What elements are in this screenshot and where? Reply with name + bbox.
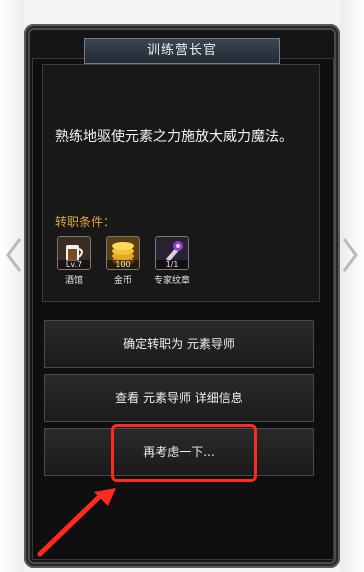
requirement-tavern[interactable]: Lv.7 酒馆 bbox=[55, 236, 93, 286]
gold-coins-icon: 100 bbox=[106, 236, 140, 270]
requirement-name: 酒馆 bbox=[64, 276, 83, 286]
requirement-name: 金币 bbox=[113, 276, 132, 286]
dialog-title: 训练营长官 bbox=[84, 38, 280, 64]
requirement-name: 专家纹章 bbox=[153, 276, 190, 286]
expert-badge-icon: 1/1 bbox=[155, 236, 189, 270]
right-edge-background bbox=[340, 0, 364, 572]
requirement-value: 1/1 bbox=[156, 260, 188, 269]
view-class-details-button[interactable]: 查看 元素导师 详细信息 bbox=[44, 374, 314, 422]
requirement-value: Lv.7 bbox=[58, 260, 90, 269]
red-pointer-arrow-icon bbox=[37, 488, 116, 557]
requirement-value: 100 bbox=[107, 260, 139, 269]
conditions-label: 转职条件： bbox=[55, 215, 116, 229]
class-description: 熟练地驱使元素之力施放大威力魔法。 bbox=[55, 129, 293, 145]
requirement-expert-badge[interactable]: 1/1 专家纹章 bbox=[153, 236, 191, 286]
highlight-annotation-box bbox=[111, 424, 257, 482]
tavern-icon: Lv.7 bbox=[57, 236, 91, 270]
left-edge-background bbox=[0, 0, 24, 572]
confirm-class-change-button[interactable]: 确定转职为 元素导师 bbox=[44, 320, 314, 368]
chevron-left-icon[interactable] bbox=[2, 235, 24, 275]
requirement-gold[interactable]: 100 金币 bbox=[104, 236, 142, 286]
chevron-right-icon[interactable] bbox=[340, 235, 362, 275]
description-panel: 熟练地驱使元素之力施放大威力魔法。 转职条件： Lv.7 酒馆 100 金币 1… bbox=[42, 64, 320, 302]
